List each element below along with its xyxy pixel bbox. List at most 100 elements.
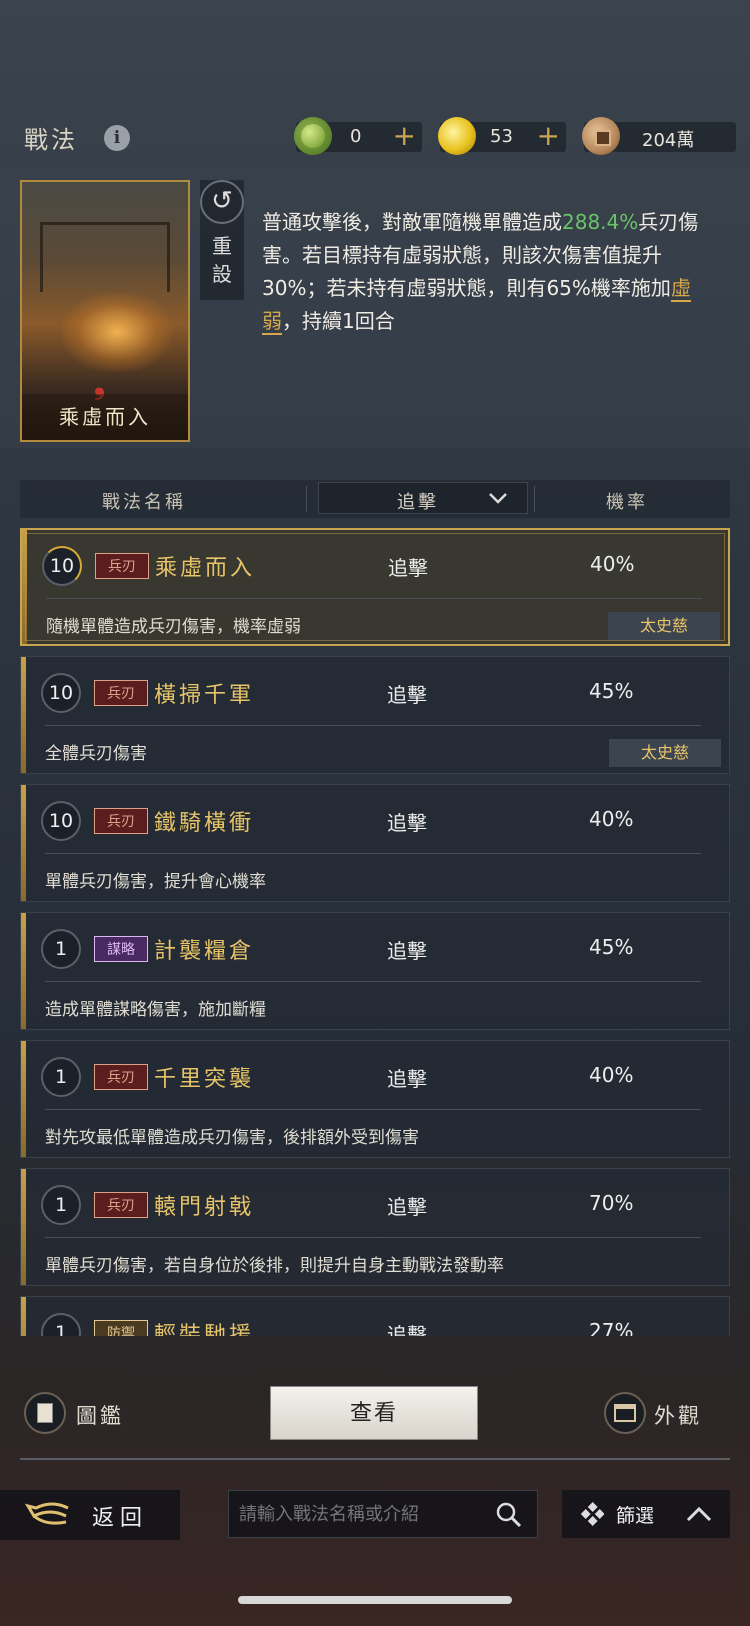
- tactic-summary: 單體兵刃傷害，提升會心機率: [45, 872, 266, 892]
- list-header: 戰法名稱 追擊 機率: [20, 480, 730, 518]
- tactic-name: 千里突襲: [154, 1067, 255, 1092]
- back-arrow-icon: [24, 1502, 69, 1525]
- jade-resource: 0 +: [294, 117, 422, 155]
- back-button[interactable]: 返回: [0, 1490, 180, 1540]
- filter-label: 篩選: [616, 1505, 655, 1527]
- tactic-row[interactable]: 1 謀略 計襲糧倉 追擊 45% 造成單體謀略傷害，施加斷糧: [20, 912, 730, 1030]
- page-title: 戰法: [24, 126, 78, 154]
- tactic-rate: 45%: [589, 935, 634, 959]
- tactic-category-tag: 兵刃: [94, 808, 148, 834]
- gold-coin-icon: [438, 117, 476, 155]
- tactic-name: 橫掃千軍: [154, 683, 255, 708]
- tactic-summary: 對先攻最低單體造成兵刃傷害，後排額外受到傷害: [45, 1128, 419, 1148]
- tactic-list[interactable]: 10 兵刃 乘虛而入 追擊 40% 隨機單體造成兵刃傷害，機率虛弱 太史慈 10 兵刃 橫掃千軍追…: [20, 528, 732, 1336]
- appearance-icon[interactable]: [604, 1392, 646, 1434]
- tactic-row[interactable]: 10 兵刃 橫掃千軍 追擊 45% 全體兵刃傷害 太史慈: [20, 656, 730, 774]
- chevron-up-icon[interactable]: [686, 1504, 712, 1524]
- jade-value: 0: [350, 126, 362, 147]
- reset-label: 重設: [212, 234, 232, 286]
- desc-text-3: ，持續1回合: [282, 309, 395, 333]
- tactic-description: 普通攻擊後，對敵軍隨機單體造成288.4%兵刃傷害。若目標持有虛弱狀態，則該次傷…: [262, 206, 702, 338]
- tactic-type: 追擊: [387, 939, 427, 963]
- search-box[interactable]: [228, 1490, 538, 1538]
- tactic-summary: 單體兵刃傷害，若自身位於後排，則提升自身主動戰法發動率: [45, 1256, 504, 1276]
- tactic-row[interactable]: 1 兵刃 千里突襲 追擊 40% 對先攻最低單體造成兵刃傷害，後排額外受到傷害: [20, 1040, 730, 1158]
- add-gold-button[interactable]: +: [537, 119, 560, 152]
- header-divider: [534, 486, 535, 512]
- gold-value: 53: [490, 126, 513, 147]
- column-name-header: 戰法名稱: [102, 492, 186, 513]
- row-divider: [45, 853, 701, 854]
- tactic-category-tag: 兵刃: [94, 1192, 148, 1218]
- copper-coin-icon: [582, 117, 620, 155]
- tactic-summary: 造成單體謀略傷害，施加斷糧: [45, 1000, 266, 1020]
- type-filter-dropdown[interactable]: 追擊: [318, 482, 528, 514]
- jade-coin-icon: [294, 117, 332, 155]
- tactic-summary: 全體兵刃傷害: [45, 744, 147, 764]
- row-divider: [45, 1237, 701, 1238]
- tactic-level: 1: [41, 1313, 81, 1336]
- search-input[interactable]: [239, 1499, 479, 1529]
- desc-text-1: 普通攻擊後，對敵軍隨機單體造成: [262, 210, 562, 234]
- atlas-icon[interactable]: [24, 1392, 66, 1434]
- tactic-row[interactable]: 1 兵刃 轅門射戟 追擊 70% 單體兵刃傷害，若自身位於後排，則提升自身主動戰法發動率: [20, 1168, 730, 1286]
- copper-value: 204萬: [642, 130, 695, 151]
- appearance-button[interactable]: 外觀: [654, 1400, 702, 1430]
- tactic-level: 1: [41, 1057, 81, 1097]
- tactic-category-tag: 防禦: [94, 1320, 148, 1336]
- tactic-name: 乘虛而入: [155, 556, 256, 581]
- row-divider: [45, 725, 701, 726]
- tactic-summary: 隨機單體造成兵刃傷害，機率虛弱: [46, 617, 301, 637]
- chevron-down-icon: [489, 493, 507, 504]
- view-button[interactable]: 查看: [270, 1386, 478, 1440]
- tactic-rate: 40%: [589, 807, 634, 831]
- bottom-divider: [20, 1458, 730, 1460]
- tactic-card[interactable]: ❟ 乘虛而入: [20, 180, 190, 442]
- card-artwork: [40, 222, 170, 292]
- tactic-category-tag: 兵刃: [94, 1064, 148, 1090]
- gold-resource: 53 +: [438, 117, 566, 155]
- tactic-name: 鐵騎橫衝: [154, 811, 255, 836]
- back-label: 返回: [92, 1506, 149, 1531]
- tactic-owner-badge: 太史慈: [608, 612, 720, 640]
- tactic-rate: 70%: [589, 1191, 634, 1215]
- type-filter-value: 追擊: [397, 492, 439, 513]
- tactic-rate: 40%: [589, 1063, 634, 1087]
- search-icon[interactable]: [495, 1501, 523, 1529]
- tactic-card-name: 乘虛而入: [22, 394, 188, 440]
- reset-button[interactable]: ↺ 重設: [200, 180, 244, 300]
- tactic-type: 追擊: [387, 683, 427, 707]
- header-divider: [306, 486, 307, 512]
- filter-icon: [580, 1502, 604, 1526]
- tactic-row[interactable]: 10 兵刃 乘虛而入 追擊 40% 隨機單體造成兵刃傷害，機率虛弱 太史慈: [20, 528, 730, 646]
- tactic-name: 計襲糧倉: [154, 939, 255, 964]
- desc-damage-value: 288.4%: [562, 210, 639, 234]
- tactic-type: 追擊: [387, 1195, 427, 1219]
- info-icon[interactable]: i: [104, 125, 130, 151]
- tactic-level: 10: [42, 546, 82, 586]
- tactic-type: 追擊: [387, 1067, 427, 1091]
- tactic-category-tag: 謀略: [94, 936, 148, 962]
- reset-icon: ↺: [200, 180, 244, 224]
- tactic-level: 10: [41, 801, 81, 841]
- card-artwork-glow: [62, 292, 172, 372]
- tactic-category-tag: 兵刃: [94, 680, 148, 706]
- add-jade-button[interactable]: +: [393, 119, 416, 152]
- row-divider: [46, 598, 702, 599]
- tactic-row[interactable]: 1 防禦 輕裝馳援 追擊 27%: [20, 1296, 730, 1336]
- tactic-category-tag: 兵刃: [95, 553, 149, 579]
- tactic-name: 輕裝馳援: [154, 1323, 255, 1336]
- tactic-level: 1: [41, 929, 81, 969]
- tactic-rate: 27%: [589, 1319, 634, 1336]
- row-divider: [45, 1109, 701, 1110]
- row-divider: [45, 981, 701, 982]
- home-indicator[interactable]: [238, 1596, 512, 1604]
- tactic-row[interactable]: 10 兵刃 鐵騎橫衝 追擊 40% 單體兵刃傷害，提升會心機率: [20, 784, 730, 902]
- tactic-level: 1: [41, 1185, 81, 1225]
- copper-resource: 204萬: [582, 117, 736, 155]
- tactic-type: 追擊: [388, 556, 428, 580]
- filter-button[interactable]: 篩選: [562, 1490, 730, 1538]
- tactic-owner-badge: 太史慈: [609, 739, 721, 767]
- tactic-type: 追擊: [387, 811, 427, 835]
- atlas-button[interactable]: 圖鑑: [76, 1400, 124, 1430]
